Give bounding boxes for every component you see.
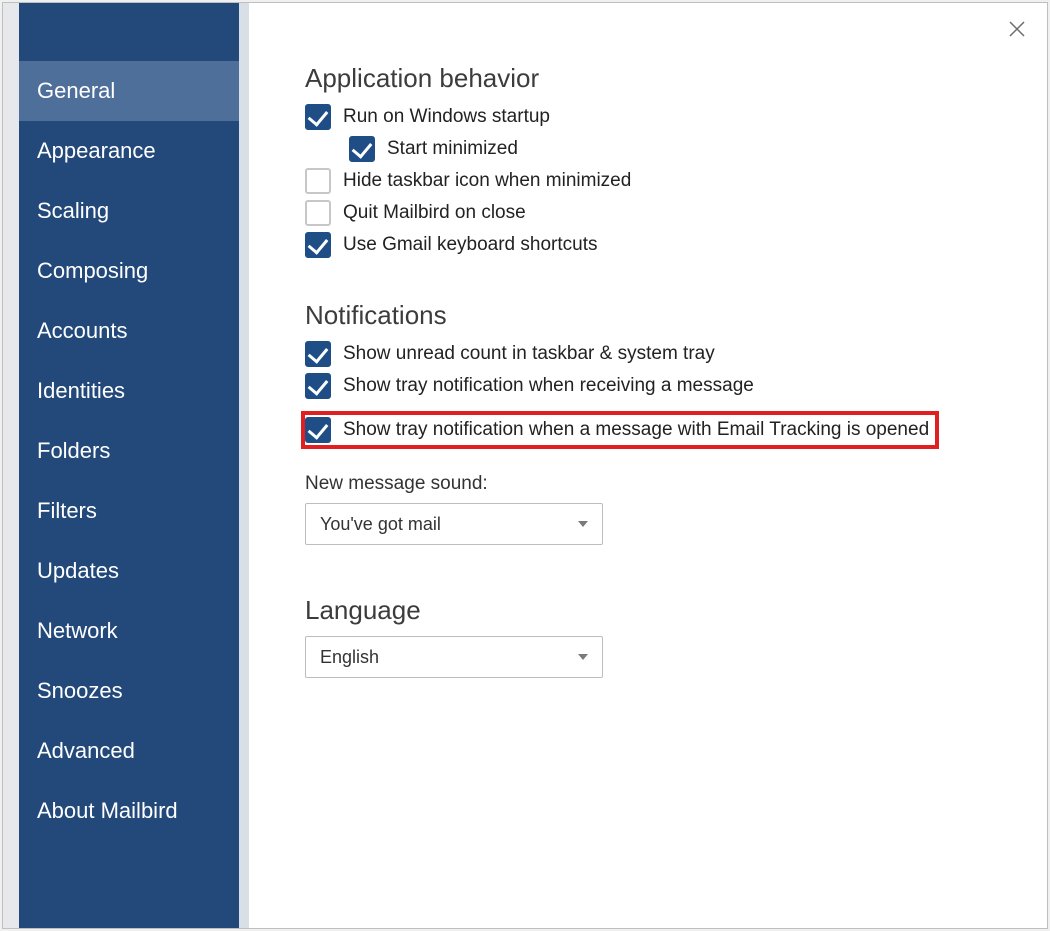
sidebar-item-appearance[interactable]: Appearance	[19, 121, 239, 181]
checkbox-show-unread-count[interactable]	[305, 341, 331, 367]
option-tray-on-tracking-open: Show tray notification when a message wi…	[301, 411, 939, 449]
option-label: Use Gmail keyboard shortcuts	[343, 234, 598, 256]
checkbox-tray-on-receive[interactable]	[305, 373, 331, 399]
content-pane: Application behavior Run on Windows star…	[249, 3, 1047, 928]
checkbox-run-on-startup[interactable]	[305, 104, 331, 130]
option-gmail-shortcuts: Use Gmail keyboard shortcuts	[305, 232, 991, 258]
option-run-on-startup: Run on Windows startup	[305, 104, 991, 130]
sidebar-item-snoozes[interactable]: Snoozes	[19, 661, 239, 721]
sidebar-item-folders[interactable]: Folders	[19, 421, 239, 481]
section-title: Application behavior	[305, 63, 991, 94]
sidebar-item-network[interactable]: Network	[19, 601, 239, 661]
select-value: English	[320, 647, 379, 668]
new-message-sound-select[interactable]: You've got mail	[305, 503, 603, 545]
sidebar-item-filters[interactable]: Filters	[19, 481, 239, 541]
left-scroll-strip	[3, 3, 19, 928]
sidebar: General Appearance Scaling Composing Acc…	[19, 3, 249, 928]
sidebar-item-label: General	[37, 78, 115, 103]
option-show-unread-count: Show unread count in taskbar & system tr…	[305, 341, 991, 367]
option-label: Show tray notification when a message wi…	[343, 419, 929, 441]
sidebar-item-label: Network	[37, 618, 118, 643]
sidebar-item-label: Composing	[37, 258, 148, 283]
option-label: Run on Windows startup	[343, 106, 550, 128]
option-label: Quit Mailbird on close	[343, 202, 526, 224]
section-application-behavior: Application behavior Run on Windows star…	[305, 63, 991, 258]
option-label: Show tray notification when receiving a …	[343, 375, 754, 397]
checkbox-tray-on-tracking-open[interactable]	[305, 417, 331, 443]
sidebar-item-label: Snoozes	[37, 678, 123, 703]
option-start-minimized: Start minimized	[349, 136, 991, 162]
sidebar-item-accounts[interactable]: Accounts	[19, 301, 239, 361]
sidebar-item-composing[interactable]: Composing	[19, 241, 239, 301]
option-label: Hide taskbar icon when minimized	[343, 170, 631, 192]
checkbox-hide-taskbar-icon[interactable]	[305, 168, 331, 194]
caret-down-icon	[578, 521, 588, 527]
option-label: Start minimized	[387, 138, 518, 160]
sidebar-item-advanced[interactable]: Advanced	[19, 721, 239, 781]
section-title: Notifications	[305, 300, 991, 331]
option-quit-on-close: Quit Mailbird on close	[305, 200, 991, 226]
sidebar-item-identities[interactable]: Identities	[19, 361, 239, 421]
section-title: Language	[305, 595, 991, 626]
caret-down-icon	[578, 654, 588, 660]
sidebar-item-scaling[interactable]: Scaling	[19, 181, 239, 241]
option-label: Show unread count in taskbar & system tr…	[343, 343, 715, 365]
close-button[interactable]	[1003, 15, 1031, 43]
sidebar-item-general[interactable]: General	[19, 61, 239, 121]
sidebar-item-label: Accounts	[37, 318, 128, 343]
option-tray-on-receive: Show tray notification when receiving a …	[305, 373, 991, 399]
select-value: You've got mail	[320, 514, 441, 535]
sidebar-item-about[interactable]: About Mailbird	[19, 781, 239, 841]
sidebar-item-label: Identities	[37, 378, 125, 403]
settings-window: General Appearance Scaling Composing Acc…	[2, 2, 1048, 929]
checkbox-start-minimized[interactable]	[349, 136, 375, 162]
sidebar-item-label: Advanced	[37, 738, 135, 763]
section-notifications: Notifications Show unread count in taskb…	[305, 300, 991, 545]
section-language: Language English	[305, 595, 991, 678]
sidebar-item-label: Appearance	[37, 138, 156, 163]
sidebar-item-updates[interactable]: Updates	[19, 541, 239, 601]
sidebar-item-label: About Mailbird	[37, 798, 178, 823]
language-select[interactable]: English	[305, 636, 603, 678]
sidebar-item-label: Folders	[37, 438, 110, 463]
checkbox-quit-on-close[interactable]	[305, 200, 331, 226]
option-hide-taskbar-icon: Hide taskbar icon when minimized	[305, 168, 991, 194]
sidebar-item-label: Filters	[37, 498, 97, 523]
sidebar-item-label: Scaling	[37, 198, 109, 223]
new-message-sound-label: New message sound:	[305, 473, 991, 495]
sidebar-item-label: Updates	[37, 558, 119, 583]
checkbox-gmail-shortcuts[interactable]	[305, 232, 331, 258]
close-icon	[1003, 21, 1031, 37]
